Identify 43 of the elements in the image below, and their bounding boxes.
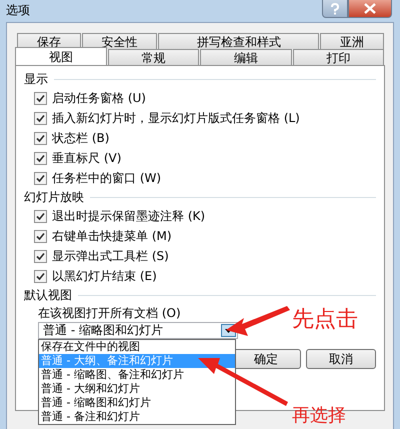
annotation-text: 先点击 bbox=[292, 306, 358, 334]
option-label: 显示弹出式工具栏 (S) bbox=[52, 248, 169, 264]
tab[interactable]: 拼写检查和样式 bbox=[158, 33, 320, 49]
option-label: 状态栏 (B) bbox=[52, 130, 110, 146]
checkbox[interactable] bbox=[34, 250, 47, 262]
tab[interactable]: 视图 bbox=[15, 47, 106, 65]
close-button[interactable] bbox=[348, 0, 392, 18]
field-label: 在该视图打开所有文档 (O) bbox=[38, 305, 181, 322]
window-title: 选项 bbox=[6, 2, 30, 19]
checkbox[interactable] bbox=[34, 230, 47, 242]
checkbox[interactable] bbox=[34, 270, 47, 282]
option-label: 以黑幻灯片结束 (E) bbox=[52, 268, 157, 284]
checkbox[interactable] bbox=[34, 112, 47, 124]
close-icon bbox=[364, 3, 376, 14]
section-title: 幻灯片放映 bbox=[24, 188, 84, 206]
annotation-arrow bbox=[226, 306, 290, 336]
tab[interactable]: 常规 bbox=[108, 49, 199, 65]
annotation-text: 再选择 bbox=[292, 405, 346, 427]
option-label: 启动任务窗格 (U) bbox=[52, 90, 146, 106]
checkbox[interactable] bbox=[34, 210, 47, 222]
option-label: 任务栏中的窗口 (W) bbox=[52, 170, 162, 186]
checkbox[interactable] bbox=[34, 152, 47, 164]
option-label: 垂直标尺 (V) bbox=[52, 150, 122, 166]
help-button[interactable] bbox=[322, 0, 348, 18]
tab[interactable]: 安全性 bbox=[82, 33, 158, 49]
dropdown-option[interactable]: 普通 - 缩略图、备注和幻灯片 bbox=[39, 368, 235, 382]
option-label: 右键单击快捷菜单 (M) bbox=[52, 228, 172, 244]
dropdown-option[interactable]: 普通 - 缩略图和幻灯片 bbox=[39, 396, 235, 410]
view-dropdown[interactable]: 普通 - 缩略图和幻灯片 bbox=[38, 322, 238, 339]
help-icon bbox=[330, 2, 340, 14]
section-title: 默认视图 bbox=[24, 286, 72, 304]
dropdown-option[interactable]: 普通 - 大纲和幻灯片 bbox=[39, 382, 235, 396]
option-label: 退出时提示保留墨迹注释 (K) bbox=[52, 208, 206, 224]
section-title: 显示 bbox=[24, 70, 48, 88]
checkbox[interactable] bbox=[34, 132, 47, 144]
tab[interactable]: 编辑 bbox=[200, 49, 292, 65]
checkbox[interactable] bbox=[34, 92, 47, 104]
tab[interactable]: 亚洲 bbox=[320, 33, 384, 49]
dialog-button[interactable]: 取消 bbox=[306, 349, 376, 369]
dropdown-option[interactable]: 普通 - 备注和幻灯片 bbox=[39, 410, 235, 424]
option-label: 插入新幻灯片时，显示幻灯片版式任务窗格 (L) bbox=[52, 110, 300, 126]
checkbox[interactable] bbox=[34, 172, 47, 184]
tab[interactable]: 打印 bbox=[292, 49, 384, 65]
